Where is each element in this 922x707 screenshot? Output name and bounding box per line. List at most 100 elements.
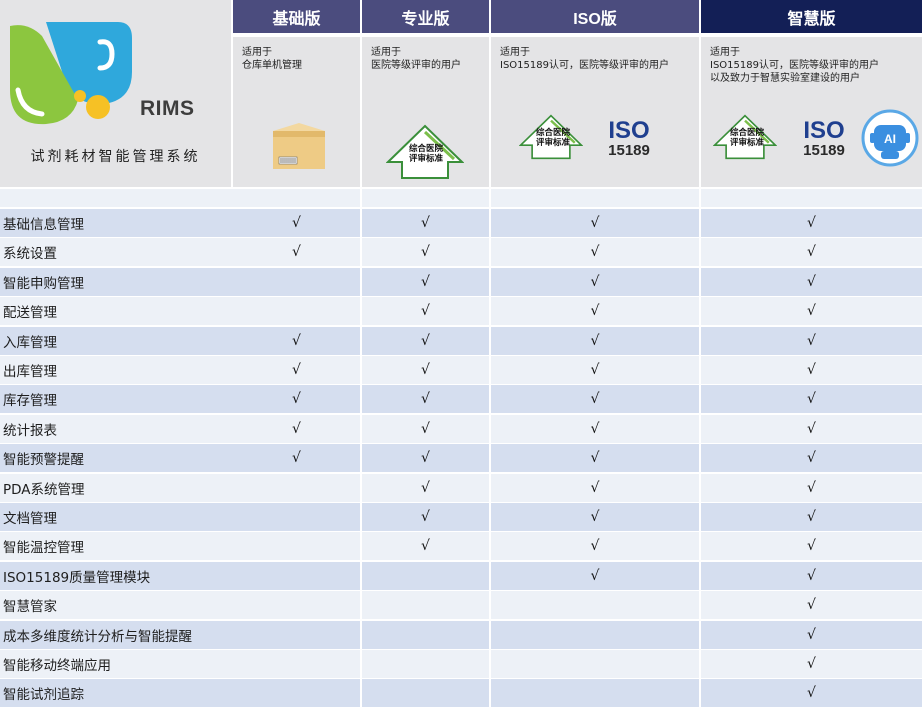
check-mark: √ [807,597,816,613]
feature-cell-basic: √ [233,385,360,413]
feature-cell-basic: √ [233,444,360,472]
pyramid-label: 综合医院 评审标准 [723,128,771,148]
check-mark: √ [590,450,600,466]
check-mark: √ [807,303,816,319]
feature-cell-pro: √ [362,444,489,472]
feature-label: 基础信息管理 [0,209,234,237]
feature-cell-pro [362,591,489,619]
check-mark: √ [292,333,301,349]
feature-cell-basic: √ [233,415,360,443]
feature-cell-smart: √ [701,591,922,619]
check-mark: √ [292,244,301,260]
feature-cell-iso [491,679,699,707]
feature-cell-basic [233,532,360,560]
feature-cell-pro: √ [362,474,489,502]
table-row: 智能预警提醒 √ √ √ √ [0,444,922,472]
check-mark: √ [807,509,816,525]
iso15189-badge-icon: ISO 15189 [797,117,851,159]
desc-line: 适用于 [371,47,401,58]
feature-label: 成本多维度统计分析与智能提醒 [0,621,234,649]
feature-cell-pro: √ [362,268,489,296]
check-mark: √ [590,538,600,554]
feature-label: ISO15189质量管理模块 [0,562,234,590]
feature-cell-iso: √ [491,503,699,531]
check-mark: √ [590,421,600,437]
check-mark: √ [807,274,816,290]
column-header-iso: ISO版 [491,0,699,33]
feature-label: 智能试剂追踪 [0,679,234,707]
check-mark: √ [807,480,816,496]
feature-cell-iso: √ [491,356,699,384]
check-mark: √ [807,362,816,378]
check-mark: √ [807,215,816,231]
table-row: 库存管理 √ √ √ √ [0,385,922,413]
feature-cell-iso: √ [491,238,699,266]
check-mark: √ [590,568,600,584]
check-mark: √ [421,215,430,231]
feature-cell-basic: √ [233,209,360,237]
table-row: PDA系统管理 √ √ √ [0,474,922,502]
check-mark: √ [421,391,430,407]
feature-cell-pro [362,621,489,649]
check-mark: √ [807,244,816,260]
desc-line: ISO15189认可，医院等级评审的用户 [710,60,879,71]
feature-cell-iso: √ [491,327,699,355]
check-mark: √ [590,391,600,407]
check-mark: √ [421,421,430,437]
table-row: 出库管理 √ √ √ √ [0,356,922,384]
feature-cell-iso: √ [491,474,699,502]
check-mark: √ [421,333,430,349]
iso15189-badge-icon: ISO 15189 [601,119,657,159]
feature-cell-iso: √ [491,444,699,472]
iso-badge-bottom: 15189 [608,142,650,159]
table-row: 统计报表 √ √ √ √ [0,415,922,443]
feature-cell-smart: √ [701,268,922,296]
feature-cell-basic [233,621,360,649]
feature-cell-iso [491,621,699,649]
feature-cell-smart: √ [701,356,922,384]
pyramid-line1: 综合医院 [408,144,443,154]
feature-cell-pro: √ [362,327,489,355]
feature-label: 智能温控管理 [0,532,234,560]
feature-cell-basic [233,591,360,619]
feature-cell-smart: √ [701,650,922,678]
feature-cell-pro: √ [362,532,489,560]
iso-badge-top: ISO [803,117,845,144]
check-mark: √ [421,509,430,525]
table-row: ISO15189质量管理模块 √ √ [0,562,922,590]
feature-cell-basic [233,679,360,707]
check-mark: √ [292,421,301,437]
feature-cell-basic [233,268,360,296]
feature-cell-pro [362,650,489,678]
check-mark: √ [590,333,600,349]
check-mark: √ [421,274,430,290]
column-desc-pro: 适用于 医院等级评审的用户 综合医院 评审标准 [362,37,489,187]
table-row: 基础信息管理 √ √ √ √ [0,209,922,237]
check-mark: √ [421,480,430,496]
pyramid-line1: 综合医院 [729,128,764,138]
feature-cell-iso: √ [491,209,699,237]
check-mark: √ [807,568,816,584]
feature-cell-pro [362,679,489,707]
feature-cell-smart: √ [701,327,922,355]
feature-cell-smart: √ [701,297,922,325]
check-mark: √ [807,656,816,672]
feature-cell-basic: √ [233,327,360,355]
feature-label: 入库管理 [0,327,234,355]
desc-line: 医院等级评审的用户 [371,60,461,71]
feature-label: 配送管理 [0,297,234,325]
check-mark: √ [421,362,430,378]
feature-cell-basic [233,474,360,502]
column-header-basic: 基础版 [233,0,360,33]
check-mark: √ [807,538,816,554]
check-mark: √ [807,391,816,407]
feature-cell-iso: √ [491,268,699,296]
feature-cell-iso [491,591,699,619]
feature-label: PDA系统管理 [0,474,234,502]
desc-line: 以及致力于智慧实验室建设的用户 [710,73,860,84]
table-row: 配送管理 √ √ √ [0,297,922,325]
table-row: 智能申购管理 √ √ √ [0,268,922,296]
check-mark: √ [421,303,430,319]
feature-cell-pro [362,562,489,590]
feature-cell-smart: √ [701,385,922,413]
